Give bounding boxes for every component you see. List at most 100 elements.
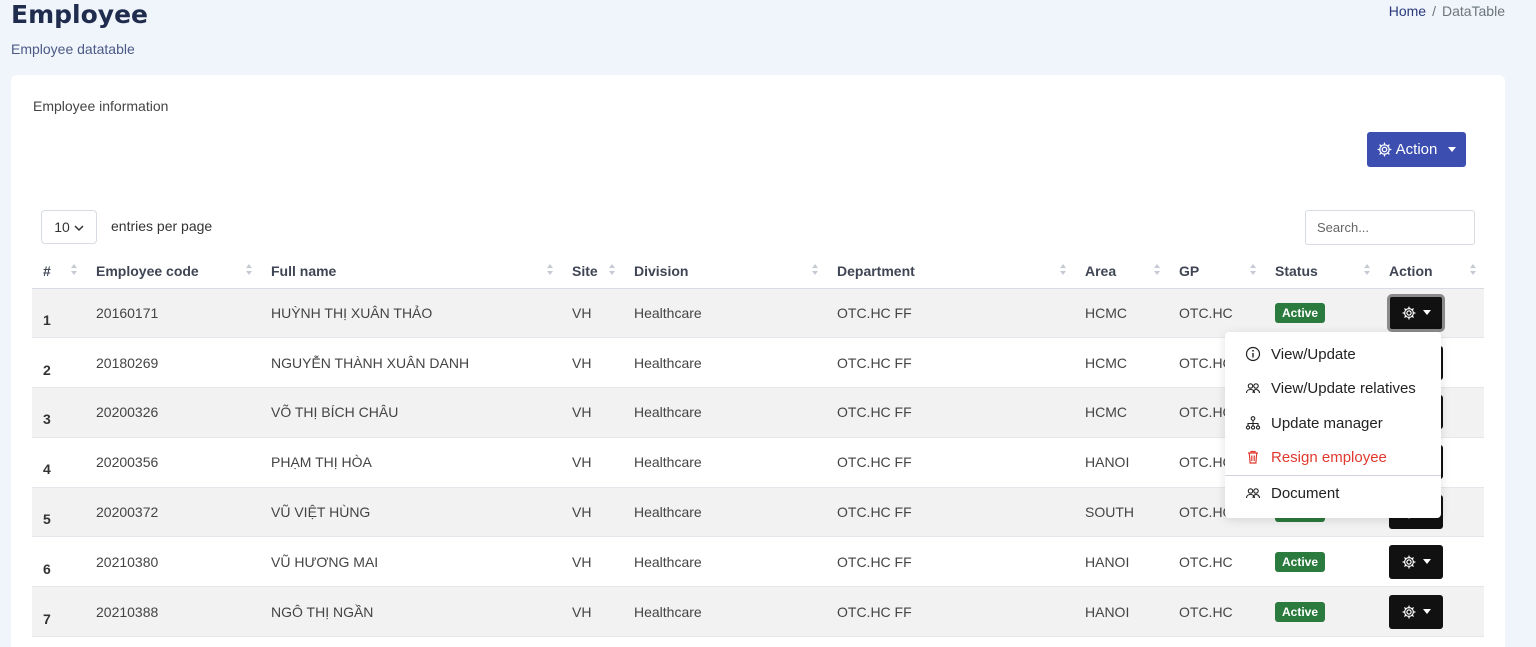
- cell-name: VŨ HƯƠNG MAI: [260, 536, 561, 588]
- caret-down-icon: [1422, 609, 1431, 615]
- table-header-row: # Employee code Full name Site Division …: [32, 254, 1484, 289]
- menu-item-view-update-relatives[interactable]: View/Update relatives: [1225, 372, 1441, 404]
- cell-site: VH: [561, 487, 623, 538]
- cell-area: HANOI: [1074, 536, 1168, 588]
- sort-icon[interactable]: [1470, 264, 1476, 275]
- cell-num: 6: [32, 536, 85, 588]
- cell-action: [1378, 586, 1484, 638]
- gear-icon: [1377, 142, 1392, 157]
- row-action-button[interactable]: [1389, 544, 1443, 579]
- caret-down-icon: [1422, 310, 1431, 316]
- breadcrumb-separator: /: [1432, 3, 1436, 19]
- sort-icon[interactable]: [1154, 264, 1160, 275]
- cell-area: HANOI: [1074, 437, 1168, 488]
- status-badge: Active: [1275, 302, 1326, 323]
- cell-department: OTC.HC FF: [826, 487, 1074, 538]
- cell-name: VÕ THỊ BÍCH CHÂU: [260, 387, 561, 438]
- cell-department: OTC.HC FF: [826, 536, 1074, 588]
- cell-area: HCMC: [1074, 288, 1168, 339]
- cell-action: [1378, 536, 1484, 588]
- column-header-division[interactable]: Division: [623, 254, 826, 289]
- status-badge: Active: [1275, 551, 1326, 572]
- card-title: Employee information: [33, 98, 169, 114]
- menu-item-resign-employee[interactable]: Resign employee: [1225, 441, 1441, 473]
- column-header-number[interactable]: #: [32, 254, 85, 289]
- column-header-gp[interactable]: GP: [1168, 254, 1264, 289]
- breadcrumb-current: DataTable: [1441, 3, 1505, 19]
- cell-name: NGÔ THỊ NGẦN: [260, 586, 561, 638]
- column-header-status[interactable]: Status: [1264, 254, 1378, 289]
- info-icon: [1245, 346, 1261, 362]
- action-dropdown-button[interactable]: Action: [1367, 132, 1466, 167]
- cell-code: 20200326: [85, 387, 260, 438]
- cell-department: OTC.HC FF: [826, 586, 1074, 638]
- sort-icon[interactable]: [609, 264, 615, 275]
- search-input[interactable]: [1305, 210, 1475, 245]
- menu-item-view-update[interactable]: View/Update: [1225, 338, 1441, 370]
- cell-name: VŨ VIỆT HÙNG: [260, 487, 561, 538]
- cell-code: 20210380: [85, 536, 260, 588]
- cell-gp: OTC.HC: [1168, 536, 1264, 588]
- menu-divider: [1225, 475, 1441, 476]
- row-action-button[interactable]: [1389, 594, 1443, 629]
- cell-division: Healthcare: [623, 536, 826, 588]
- gear-icon: [1401, 306, 1416, 320]
- cell-department: OTC.HC FF: [826, 337, 1074, 389]
- cell-name: PHẠM THỊ HÒA: [260, 437, 561, 488]
- table-row: 1 20160171 HUỲNH THỊ XUÂN THẢO VH Healthcare…: [32, 288, 1484, 339]
- cell-action: [1378, 288, 1484, 339]
- cell-area: SOUTH: [1074, 487, 1168, 538]
- sort-icon[interactable]: [812, 264, 818, 275]
- column-header-area[interactable]: Area: [1074, 254, 1168, 289]
- menu-item-document[interactable]: Document: [1225, 477, 1441, 509]
- cell-name: NGUYỄN THÀNH XUÂN DANH: [260, 337, 561, 389]
- column-header-employee-code[interactable]: Employee code: [85, 254, 260, 289]
- cell-code: 20180269: [85, 337, 260, 389]
- caret-down-icon: [1448, 147, 1457, 152]
- sort-icon[interactable]: [1250, 264, 1256, 275]
- cell-site: VH: [561, 536, 623, 588]
- row-action-menu: View/Update View/Update relatives Update…: [1225, 332, 1441, 518]
- cell-code: 20210388: [85, 586, 260, 638]
- sort-icon[interactable]: [1060, 264, 1066, 275]
- cell-num: 7: [32, 586, 85, 638]
- page-title: Employee: [11, 0, 148, 29]
- row-action-button[interactable]: [1387, 293, 1445, 332]
- cell-department: OTC.HC FF: [826, 288, 1074, 339]
- menu-item-label: Update manager: [1271, 414, 1383, 432]
- cell-division: Healthcare: [623, 487, 826, 538]
- cell-division: Healthcare: [623, 387, 826, 438]
- trash-icon: [1245, 449, 1261, 465]
- cell-gp: OTC.HC: [1168, 586, 1264, 638]
- page-subtitle: Employee datatable: [11, 41, 135, 57]
- column-header-action[interactable]: Action: [1378, 254, 1484, 289]
- menu-item-update-manager[interactable]: Update manager: [1225, 407, 1441, 439]
- status-badge: Active: [1275, 601, 1326, 622]
- cell-status: Active: [1264, 288, 1378, 339]
- breadcrumb-home-link[interactable]: Home: [1389, 3, 1426, 19]
- cell-division: Healthcare: [623, 437, 826, 488]
- cell-site: VH: [561, 337, 623, 389]
- caret-down-icon: [1422, 559, 1431, 565]
- cell-code: 20200356: [85, 437, 260, 488]
- sort-icon[interactable]: [246, 264, 252, 275]
- column-header-site[interactable]: Site: [561, 254, 623, 289]
- per-page-label: entries per page: [111, 218, 213, 234]
- hierarchy-icon: [1245, 415, 1261, 431]
- users-icon: [1245, 380, 1261, 396]
- menu-item-label: View/Update relatives: [1271, 379, 1416, 397]
- sort-icon[interactable]: [71, 264, 77, 275]
- cell-area: HANOI: [1074, 586, 1168, 638]
- cell-num: 2: [32, 337, 85, 389]
- column-header-full-name[interactable]: Full name: [260, 254, 561, 289]
- breadcrumb: Home / DataTable: [1389, 3, 1505, 19]
- gear-icon: [1401, 555, 1416, 569]
- entries-per-page-select[interactable]: 10: [41, 210, 97, 244]
- sort-icon[interactable]: [547, 264, 553, 275]
- menu-item-label: Resign employee: [1271, 448, 1387, 466]
- cell-site: VH: [561, 437, 623, 488]
- gear-icon: [1401, 605, 1416, 619]
- cell-num: 5: [32, 487, 85, 538]
- column-header-department[interactable]: Department: [826, 254, 1074, 289]
- sort-icon[interactable]: [1364, 264, 1370, 275]
